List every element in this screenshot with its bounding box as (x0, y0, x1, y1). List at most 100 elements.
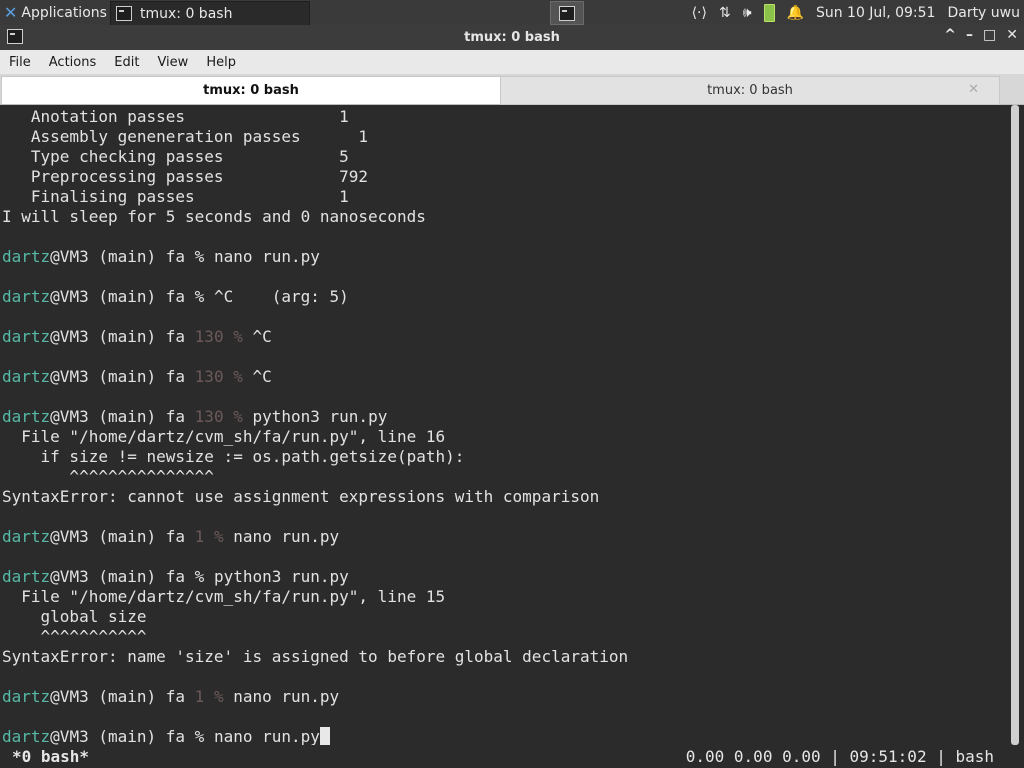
prompt-line: dartz@VM3 (main) fa % ^C (arg: 5) (2, 287, 349, 307)
command-text: ^C (arg: 5) (213, 287, 349, 306)
output-line: ^^^^^^^^^^^^^^^ (2, 467, 214, 486)
battery-icon[interactable] (763, 3, 775, 22)
menu-bar: File Actions Edit View Help (0, 50, 1024, 74)
user-name[interactable]: Darty uwu (947, 5, 1020, 21)
menu-help[interactable]: Help (197, 55, 245, 70)
prompt-symbol: % (194, 567, 214, 586)
output-line: File "/home/dartz/cvm_sh/fa/run.py", lin… (2, 427, 446, 446)
system-tray: ⟨·⟩ ⇅ 🕪 🔔 Sun 10 Jul, 09:51 Darty uwu (692, 0, 1024, 25)
output-line: I will sleep for 5 seconds and 0 nanosec… (2, 207, 426, 226)
terminal-scrollbar[interactable] (1008, 105, 1024, 745)
applications-label: Applications (21, 4, 107, 21)
tmux-window-list[interactable]: *0 bash* (12, 745, 89, 768)
command-text: nano run.py (233, 527, 340, 546)
prompt-line: dartz@VM3 (main) fa % python3 run.py (2, 567, 349, 587)
prompt-user: dartz (2, 727, 51, 745)
output-line: Preprocessing passes 792 (2, 167, 369, 186)
prompt-line: dartz@VM3 (main) fa % nano run.py (2, 247, 320, 267)
volume-icon[interactable]: 🕪 (743, 5, 752, 21)
terminal-icon (559, 5, 575, 21)
output-line: SyntaxError: name 'size' is assigned to … (2, 647, 629, 666)
output-line: Type checking passes 5 (2, 147, 349, 166)
tab-inactive[interactable]: tmux: 0 bash ✕ (500, 76, 1000, 105)
output-line: SyntaxError: cannot use assignment expre… (2, 487, 600, 506)
text-cursor (319, 727, 330, 745)
window-title: tmux: 0 bash (464, 30, 560, 45)
prompt-symbol: % (194, 727, 214, 745)
prompt-exit-status: 1 % (194, 527, 234, 546)
output-line: Assembly geneneration passes 1 (2, 127, 369, 146)
command-text: ^C (252, 367, 272, 386)
prompt-host: @VM3 (main) fa (50, 687, 195, 706)
prompt-user: dartz (2, 567, 51, 586)
clock[interactable]: Sun 10 Jul, 09:51 (816, 5, 936, 21)
applications-menu[interactable]: ✕ Applications (0, 0, 111, 25)
prompt-user: dartz (2, 247, 51, 266)
window-close-button[interactable]: ✕ (1006, 27, 1018, 43)
output-line: global size (2, 607, 147, 626)
output-line: if size != newsize := os.path.getsize(pa… (2, 447, 465, 466)
window-minimize-button[interactable]: – (966, 27, 973, 43)
prompt-user: dartz (2, 687, 51, 706)
network-icon[interactable]: ⟨·⟩ (692, 5, 707, 21)
prompt-user: dartz (2, 367, 51, 386)
terminal-icon (116, 6, 132, 21)
prompt-line: dartz@VM3 (main) fa 130 % ^C (2, 367, 272, 387)
command-text: ^C (252, 327, 272, 346)
command-text: nano run.py (213, 247, 320, 266)
prompt-exit-status: 130 % (194, 367, 253, 386)
tab-active[interactable]: tmux: 0 bash (1, 76, 501, 104)
window-maximize-button[interactable]: □ (983, 27, 996, 43)
output-line: Anotation passes 1 (2, 107, 349, 126)
prompt-host: @VM3 (main) fa (50, 407, 195, 426)
prompt-host: @VM3 (main) fa (50, 287, 195, 306)
tab-label: tmux: 0 bash (203, 83, 299, 98)
prompt-user: dartz (2, 407, 51, 426)
notification-bell-icon[interactable]: 🔔 (787, 5, 804, 21)
transfer-icon[interactable]: ⇅ (719, 5, 731, 21)
tmux-status-bar: *0 bash* 0.00 0.00 0.00 | 09:51:02 | bas… (0, 745, 1024, 768)
prompt-user: dartz (2, 287, 51, 306)
prompt-line: dartz@VM3 (main) fa % nano run.py (2, 727, 330, 745)
workspace-button[interactable] (550, 1, 584, 25)
window-titlebar[interactable]: tmux: 0 bash ^ – □ ✕ (0, 25, 1024, 50)
terminal-output[interactable]: Anotation passes 1 Assembly geneneration… (0, 105, 1008, 745)
xfce-icon: ✕ (4, 3, 18, 22)
command-text: nano run.py (233, 687, 340, 706)
prompt-line: dartz@VM3 (main) fa 130 % python3 run.py (2, 407, 387, 427)
prompt-line: dartz@VM3 (main) fa 1 % nano run.py (2, 687, 339, 707)
tab-bar: tmux: 0 bash tmux: 0 bash ✕ (0, 74, 1024, 105)
prompt-host: @VM3 (main) fa (50, 247, 195, 266)
taskbar-item-label: tmux: 0 bash (140, 5, 233, 22)
output-line: File "/home/dartz/cvm_sh/fa/run.py", lin… (2, 587, 446, 606)
prompt-host: @VM3 (main) fa (50, 727, 195, 745)
output-line: ^^^^^^^^^^^ (2, 627, 147, 646)
prompt-host: @VM3 (main) fa (50, 567, 195, 586)
prompt-symbol: % (194, 247, 214, 266)
tab-close-icon[interactable]: ✕ (968, 82, 979, 97)
prompt-exit-status: 130 % (194, 407, 253, 426)
prompt-host: @VM3 (main) fa (50, 327, 195, 346)
prompt-line: dartz@VM3 (main) fa 130 % ^C (2, 327, 272, 347)
tmux-status-right: 0.00 0.00 0.00 | 09:51:02 | bash (685, 747, 994, 766)
output-line: Finalising passes 1 (2, 187, 349, 206)
prompt-exit-status: 130 % (194, 327, 253, 346)
taskbar-item-terminal[interactable]: tmux: 0 bash (110, 1, 310, 26)
prompt-exit-status: 1 % (194, 687, 234, 706)
menu-view[interactable]: View (148, 55, 197, 70)
prompt-symbol: % (194, 287, 214, 306)
command-text: python3 run.py (252, 407, 388, 426)
window-shade-button[interactable]: ^ (944, 27, 956, 43)
prompt-host: @VM3 (main) fa (50, 527, 195, 546)
tab-label: tmux: 0 bash (707, 83, 793, 98)
top-panel: ✕ Applications tmux: 0 bash ⟨·⟩ ⇅ 🕪 🔔 Su… (0, 0, 1024, 26)
prompt-line: dartz@VM3 (main) fa 1 % nano run.py (2, 527, 339, 547)
command-text: python3 run.py (213, 567, 349, 586)
prompt-user: dartz (2, 327, 51, 346)
menu-edit[interactable]: Edit (105, 55, 148, 70)
command-text: nano run.py (213, 727, 320, 745)
menu-actions[interactable]: Actions (40, 55, 106, 70)
prompt-user: dartz (2, 527, 51, 546)
scrollbar-thumb[interactable] (1011, 105, 1019, 745)
menu-file[interactable]: File (0, 55, 40, 70)
